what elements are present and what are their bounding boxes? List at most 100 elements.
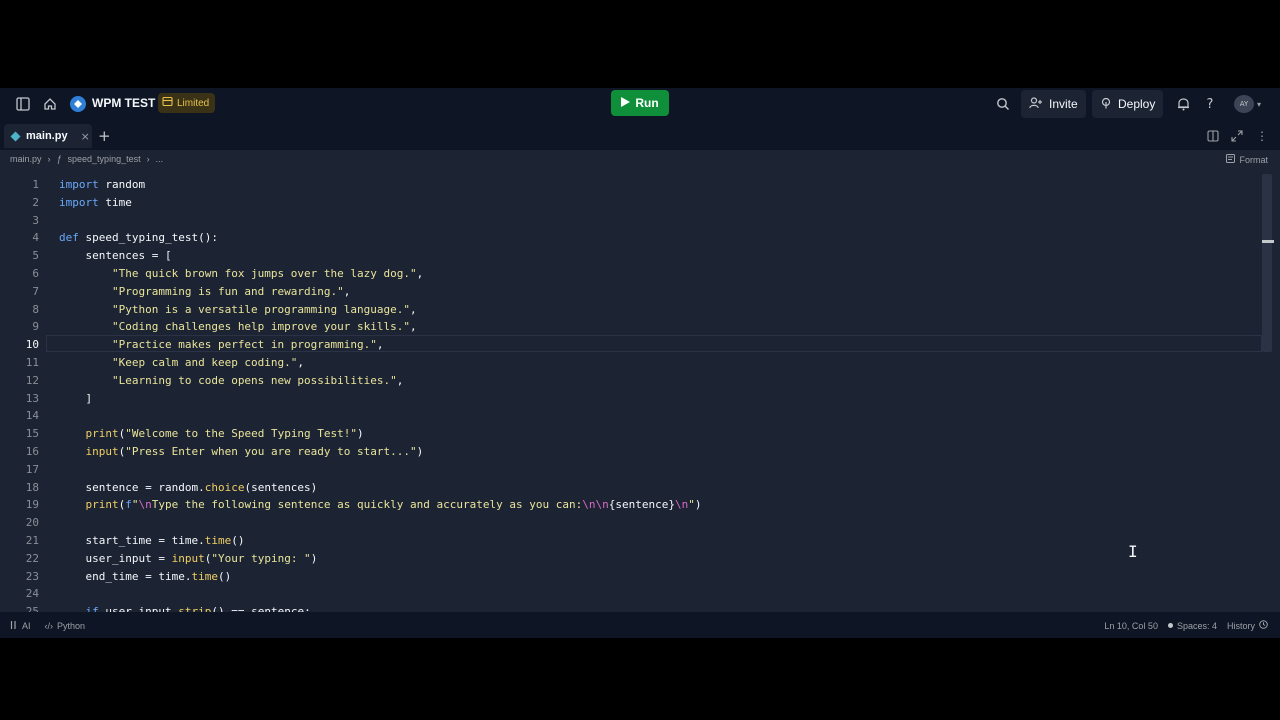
repl-logo-icon — [70, 96, 86, 112]
line-number: 3 — [32, 213, 39, 227]
language-selector[interactable]: ‹/› Python — [45, 621, 86, 631]
language-label: Python — [57, 621, 86, 631]
code-line[interactable]: ] — [59, 390, 92, 408]
line-number: 24 — [25, 587, 39, 601]
line-number: 15 — [25, 427, 39, 441]
format-icon — [1226, 154, 1236, 165]
top-bar: WPM TEST Limited Run Invite Deploy ? AY … — [0, 88, 1280, 120]
code-line[interactable]: "Coding challenges help improve your ski… — [59, 318, 417, 336]
ai-icon — [10, 620, 18, 632]
line-number: 17 — [25, 462, 39, 476]
add-user-icon — [1029, 96, 1043, 112]
deploy-button[interactable]: Deploy — [1092, 90, 1164, 118]
code-line[interactable]: import random — [59, 176, 145, 194]
run-button[interactable]: Run — [611, 90, 669, 116]
code-line[interactable]: "Python is a versatile programming langu… — [59, 301, 417, 319]
help-icon[interactable]: ? — [1201, 95, 1219, 113]
dot-icon — [1167, 623, 1173, 628]
plan-badge-label: Limited — [177, 97, 210, 109]
code-line[interactable]: "Learning to code opens new possibilitie… — [59, 372, 403, 390]
line-number: 1 — [32, 178, 39, 191]
code-line[interactable]: input("Press Enter when you are ready to… — [59, 443, 424, 461]
code-line[interactable]: start_time = time.time() — [59, 532, 244, 550]
scroll-position-marker — [1262, 240, 1274, 243]
deploy-label: Deploy — [1118, 97, 1156, 111]
breadcrumb-symbol[interactable]: speed_typing_test — [68, 154, 141, 164]
expand-icon[interactable] — [1229, 129, 1245, 143]
code-line[interactable]: import time — [59, 194, 132, 212]
line-number: 20 — [25, 516, 39, 530]
code-line[interactable]: if user_input.strip() == sentence: — [59, 603, 311, 612]
function-icon: ƒ — [56, 154, 62, 164]
code-line[interactable]: "Keep calm and keep coding.", — [59, 354, 304, 372]
bell-icon[interactable] — [1174, 95, 1192, 113]
python-file-icon — [10, 127, 21, 146]
chevron-right-icon: › — [146, 154, 150, 164]
play-icon — [621, 96, 631, 110]
code-line[interactable]: def speed_typing_test(): — [59, 229, 218, 247]
history-button[interactable]: History — [1227, 620, 1268, 631]
editor-scrollbar[interactable] — [1262, 174, 1272, 352]
line-number: 4 — [32, 231, 39, 245]
line-number: 5 — [32, 249, 39, 263]
line-number: 16 — [25, 445, 39, 458]
code-line[interactable]: "The quick brown fox jumps over the lazy… — [59, 265, 423, 283]
tab-main-py[interactable]: main.py × — [4, 124, 92, 148]
line-number: 13 — [25, 391, 39, 405]
ai-button[interactable]: AI — [10, 620, 31, 632]
search-icon[interactable] — [994, 95, 1012, 113]
code-line[interactable]: print("Welcome to the Speed Typing Test!… — [59, 425, 364, 443]
code-line[interactable]: end_time = time.time() — [59, 568, 231, 586]
code-line[interactable]: sentences = [ — [59, 247, 171, 265]
line-number: 10 — [25, 338, 39, 352]
repl-title[interactable]: WPM TEST — [92, 96, 155, 110]
breadcrumb-file[interactable]: main.py — [10, 154, 42, 164]
avatar[interactable]: AY — [1234, 95, 1254, 113]
code-line[interactable]: "Practice makes perfect in programming."… — [59, 336, 384, 354]
code-brackets-icon: ‹/› — [44, 621, 54, 631]
spaces-label: Spaces: 4 — [1176, 620, 1217, 631]
file-tab-bar: main.py × + ⋮ — [0, 122, 1280, 150]
code-line[interactable]: print(f"\nType the following sentence as… — [59, 496, 702, 514]
code-editor[interactable]: 1 2 3 4 5 6 7 8 9 10 11 12 13 14 15 16 17 18 19 20 21 22 23 24 2… — [0, 170, 1280, 612]
ai-label: AI — [22, 621, 31, 631]
code-line[interactable]: "Programming is fun and rewarding.", — [59, 283, 350, 301]
invite-button[interactable]: Invite — [1021, 90, 1086, 118]
code-line[interactable]: user_input = input("Your typing: ") — [59, 550, 317, 568]
line-number: 7 — [32, 284, 39, 298]
text-cursor-icon: I — [1128, 542, 1138, 561]
split-view-icon[interactable] — [1205, 129, 1221, 143]
close-icon[interactable]: × — [81, 130, 90, 143]
line-number: 21 — [25, 534, 39, 547]
line-number: 8 — [32, 302, 39, 316]
code-line[interactable]: sentence = random.choice(sentences) — [59, 479, 317, 497]
invite-label: Invite — [1049, 97, 1078, 111]
line-number: 22 — [25, 551, 39, 565]
line-number: 12 — [25, 373, 39, 387]
run-label: Run — [635, 96, 659, 110]
add-tab-icon[interactable]: + — [98, 127, 111, 145]
chevron-right-icon: › — [47, 154, 51, 164]
line-number: 6 — [32, 267, 39, 280]
plan-badge[interactable]: Limited — [158, 93, 216, 113]
line-number: 23 — [25, 569, 39, 583]
line-number: 2 — [32, 195, 39, 209]
tab-label: main.py — [26, 130, 68, 142]
sidebar-toggle-icon[interactable] — [14, 95, 32, 113]
chevron-down-icon[interactable]: ▾ — [1254, 95, 1264, 113]
indent-setting[interactable]: Spaces: 4 — [1167, 620, 1217, 631]
home-icon[interactable] — [41, 95, 59, 113]
deploy-icon — [1100, 97, 1112, 112]
more-options-icon[interactable]: ⋮ — [1254, 129, 1270, 143]
line-number: 14 — [25, 409, 39, 423]
breadcrumb: main.py › ƒ speed_typing_test › ... Form… — [0, 150, 1280, 170]
clock-icon — [1259, 620, 1268, 631]
cursor-position[interactable]: Ln 10, Col 50 — [1104, 621, 1158, 631]
line-number: 25 — [25, 605, 39, 612]
format-button[interactable]: Format — [1226, 154, 1268, 165]
line-number: 11 — [25, 356, 39, 369]
breadcrumb-more[interactable]: ... — [156, 154, 164, 164]
format-label: Format — [1239, 154, 1268, 165]
line-number: 18 — [25, 480, 39, 494]
line-number: 9 — [32, 320, 39, 334]
